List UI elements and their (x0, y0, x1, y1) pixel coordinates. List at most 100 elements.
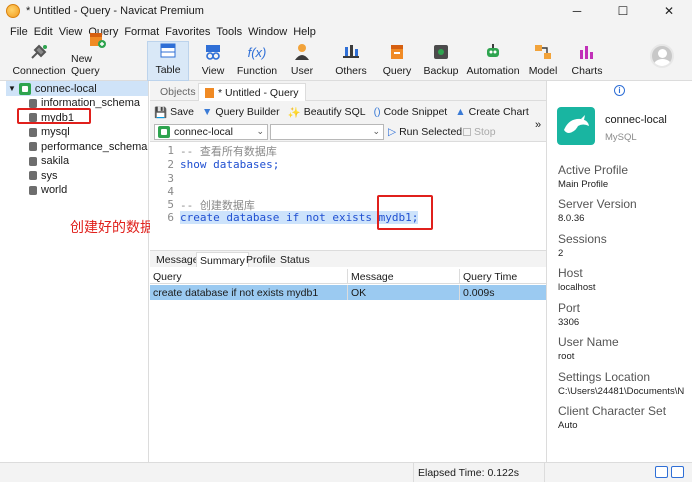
database-icon (29, 127, 37, 137)
chevron-down-icon[interactable]: ▼ (8, 84, 16, 93)
header-message[interactable]: Message (348, 269, 460, 284)
view-icon (203, 43, 223, 61)
maximize-button[interactable]: ☐ (600, 0, 646, 22)
menu-tools[interactable]: Tools (216, 26, 242, 38)
automation-label: Automation (466, 65, 520, 77)
cell-query: create database if not exists mydb1 (150, 285, 348, 300)
others-icon (341, 43, 361, 61)
menu-format[interactable]: Format (124, 26, 159, 38)
run-selected-button[interactable]: ▷ Run Selected (388, 126, 462, 138)
header-query[interactable]: Query (150, 269, 348, 284)
minimize-button[interactable]: ─ (554, 0, 600, 22)
menu-help[interactable]: Help (293, 26, 316, 38)
tab-message[interactable]: Message (153, 252, 202, 268)
database-select[interactable]: ⌄ (270, 124, 384, 140)
beautify-label: Beautify SQL (303, 106, 366, 118)
user-icon (292, 43, 312, 61)
info-label-user-name: User Name (558, 335, 619, 349)
backup-button[interactable]: Backup (423, 41, 459, 81)
info-label-client-charset: Client Character Set (558, 404, 667, 418)
connection-select[interactable]: connec-local ⌄ (154, 124, 268, 140)
table-row[interactable]: create database if not exists mydb1 OK 0… (150, 285, 546, 300)
function-button[interactable]: f(x) Function (236, 41, 278, 81)
new-query-button[interactable]: New Query (71, 33, 123, 81)
tab-status[interactable]: Status (277, 252, 313, 268)
tab-profile[interactable]: Profile (243, 252, 279, 268)
tree-db-sakila[interactable]: sakila (6, 154, 148, 169)
menu-view[interactable]: View (59, 26, 83, 38)
create-chart-button[interactable]: ▲ Create Chart (455, 106, 529, 118)
form-view-icon[interactable] (671, 466, 684, 478)
selector-row: connec-local ⌄ ⌄ ▷ Run Selected Stop » (150, 119, 546, 142)
info-label-settings-location: Settings Location (558, 370, 651, 384)
automation-button[interactable]: Automation (466, 41, 520, 81)
grid-view-icon[interactable] (655, 466, 668, 478)
info-label-host: Host (558, 266, 583, 280)
connection-button[interactable]: Connection (12, 41, 66, 81)
tab-bar: Objects * Untitled - Query (150, 81, 546, 101)
user-button[interactable]: User (287, 41, 317, 81)
menu-edit[interactable]: Edit (34, 26, 53, 38)
save-button[interactable]: 💾 Save (154, 106, 194, 119)
cell-query-time: 0.009s (463, 286, 495, 299)
connection-icon (18, 82, 31, 95)
code-snippet-label: Code Snippet (383, 106, 448, 118)
sql-editor[interactable]: 1 -- 查看所有数据库 2 show databases; 3 4 5 -- 创建数… (150, 142, 546, 248)
database-icon (29, 185, 37, 195)
user-avatar[interactable] (650, 44, 674, 68)
info-value-sessions: 2 (558, 248, 564, 259)
tree-db-sys[interactable]: sys (6, 169, 148, 184)
close-button[interactable]: ✕ (646, 0, 692, 22)
db-label: mysql (41, 126, 70, 139)
db-label: sys (41, 169, 58, 182)
code-line: show databases; (180, 158, 280, 171)
overflow-chevron-icon[interactable]: » (535, 119, 541, 131)
user-label: User (290, 65, 314, 77)
query-builder-icon: ▼ (202, 106, 213, 118)
highlight-box-mydb1-statement (377, 195, 433, 230)
line-number: 5 (167, 198, 174, 211)
connection-icon (158, 126, 170, 138)
menu-favorites[interactable]: Favorites (165, 26, 210, 38)
tab-objects[interactable]: Objects (154, 83, 202, 101)
title-bar: * Untitled - Query - Navicat Premium ─ ☐… (0, 0, 692, 22)
database-icon (29, 142, 37, 152)
menu-window[interactable]: Window (248, 26, 287, 38)
info-label-port: Port (558, 301, 581, 315)
info-value-user-name: root (558, 351, 575, 362)
others-button[interactable]: Others (331, 41, 371, 81)
stop-label: Stop (474, 126, 496, 138)
cell-message: OK (348, 285, 460, 300)
stop-button[interactable]: Stop (463, 126, 496, 138)
beautify-sql-button[interactable]: ✨ Beautify SQL (288, 106, 366, 119)
charts-button[interactable]: Charts (571, 41, 603, 81)
function-icon: f(x) (247, 44, 267, 60)
robot-icon (483, 43, 503, 61)
tab-untitled-query[interactable]: * Untitled - Query (198, 83, 306, 101)
code-snippet-button[interactable]: () Code Snippet (374, 106, 448, 118)
tab-summary[interactable]: Summary (196, 252, 249, 268)
query-builder-button[interactable]: ▼ Query Builder (202, 106, 280, 118)
beautify-icon: ✨ (287, 106, 301, 119)
query-button[interactable]: Query (382, 41, 412, 81)
tree-db-mysql[interactable]: mysql (6, 125, 148, 140)
info-value-active-profile: Main Profile (558, 179, 609, 190)
tree-connection-label: connec-local (34, 82, 97, 95)
info-icon[interactable]: i (614, 85, 625, 96)
code-snippet-icon: () (373, 106, 381, 118)
line-number: 2 (167, 158, 174, 171)
code-line: -- 查看所有数据库 (180, 144, 277, 158)
table-button[interactable]: Table (147, 41, 189, 81)
tree-connection[interactable]: ▼ connec-local (6, 81, 148, 96)
tree-db-performance-schema[interactable]: performance_schema (6, 140, 148, 155)
status-bar: Elapsed Time: 0.122s (0, 462, 692, 482)
tree-db-world[interactable]: world (6, 183, 148, 198)
info-panel: i connec-local MySQL Active Profile Main… (546, 81, 692, 462)
run-selected-label: Run Selected (399, 126, 463, 138)
menu-file[interactable]: File (10, 26, 28, 38)
view-button[interactable]: View (198, 41, 228, 81)
header-query-time[interactable]: Query Time (460, 269, 546, 284)
model-button[interactable]: Model (527, 41, 559, 81)
view-label: View (201, 65, 225, 77)
info-value-port: 3306 (558, 317, 580, 328)
